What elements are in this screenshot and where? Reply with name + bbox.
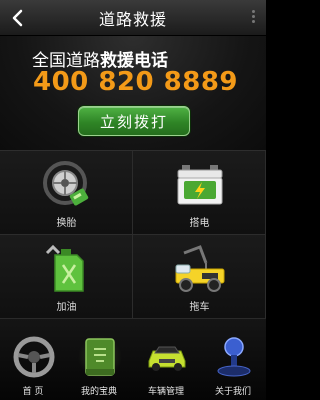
title-bar: 道路救援 xyxy=(0,0,266,36)
service-refuel[interactable]: 加油 xyxy=(0,235,133,319)
service-grid: 换胎 搭电 加油 拖车 xyxy=(0,150,266,319)
tab-label: 首 页 xyxy=(22,387,44,397)
service-label: 拖车 xyxy=(189,302,210,313)
tab-label: 关于我们 xyxy=(214,387,251,397)
service-label: 加油 xyxy=(56,302,77,313)
call-now-button[interactable]: 立刻拨打 xyxy=(78,106,190,136)
back-arrow-icon[interactable] xyxy=(8,8,28,28)
tab-home[interactable]: 首 页 xyxy=(0,319,66,400)
service-label: 换胎 xyxy=(56,218,77,229)
tow-truck-icon xyxy=(174,243,226,295)
service-tire-change[interactable]: 换胎 xyxy=(0,151,133,235)
car-icon xyxy=(145,335,189,379)
steering-wheel-icon xyxy=(12,335,56,379)
tab-about-us[interactable]: 关于我们 xyxy=(200,319,266,400)
book-icon xyxy=(78,335,122,379)
service-jump-start[interactable]: 搭电 xyxy=(133,151,266,235)
service-label: 搭电 xyxy=(189,218,210,229)
tab-my-guide[interactable]: 我的宝典 xyxy=(66,319,132,400)
hotline-panel: 全国道路救援电话 400 820 8889 立刻拨打 xyxy=(0,36,266,150)
page-title: 道路救援 xyxy=(98,9,167,29)
gear-shift-icon xyxy=(212,335,256,379)
bottom-tab-bar: 首 页 我的宝典 车辆管理 关于我们 xyxy=(0,318,266,400)
tab-label: 车辆管理 xyxy=(147,387,184,397)
fuel-can-icon xyxy=(41,243,93,295)
tab-label: 我的宝典 xyxy=(80,387,117,397)
tab-vehicle-management[interactable]: 车辆管理 xyxy=(133,319,199,400)
tire-icon xyxy=(41,159,93,211)
hotline-number: 400 820 8889 xyxy=(33,67,239,97)
battery-icon xyxy=(174,159,226,211)
service-tow[interactable]: 拖车 xyxy=(133,235,266,319)
more-vertical-icon[interactable] xyxy=(250,9,256,27)
